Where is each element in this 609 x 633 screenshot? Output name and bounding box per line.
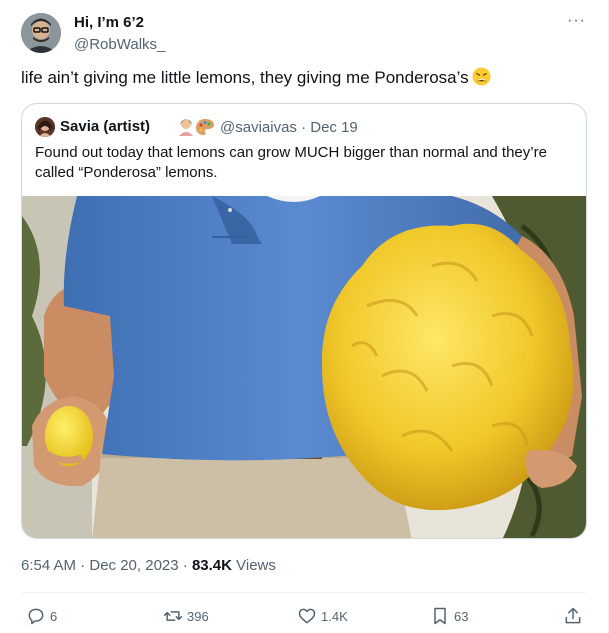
retweet-count: 396 xyxy=(187,608,209,624)
author-handle[interactable]: @RobWalks_ xyxy=(74,36,165,53)
bookmark-count: 63 xyxy=(454,608,469,624)
quote-author-avatar[interactable] xyxy=(35,117,55,137)
retweet-button[interactable]: 396 xyxy=(163,604,209,628)
quoted-tweet[interactable]: Savia (artist) @saviaivas · Dec 19 Found… xyxy=(21,103,587,539)
weary-face-icon xyxy=(472,67,491,86)
like-button[interactable]: 1.4K xyxy=(297,604,348,628)
author-name[interactable]: Hi, I’m 6’2 xyxy=(74,14,144,31)
views-count: 83.4K xyxy=(191,557,232,574)
heart-icon xyxy=(298,608,316,624)
reply-count: 6 xyxy=(50,608,58,624)
artist-palette-icon xyxy=(196,119,214,135)
tweet: Hi, I’m 6’2 @RobWalks_ ··· life ain’t gi… xyxy=(0,0,609,633)
more-options-icon[interactable]: ··· xyxy=(567,12,586,30)
divider xyxy=(21,592,587,593)
tweet-timestamp[interactable]: 6:54 AM · Dec 20, 2023 · xyxy=(21,557,192,574)
bookmark-icon xyxy=(434,607,446,625)
bookmark-button[interactable]: 63 xyxy=(430,604,468,628)
reply-icon xyxy=(28,608,44,625)
quote-text: Found out today that lemons can grow MUC… xyxy=(35,144,547,181)
retweet-icon xyxy=(163,611,183,621)
tweet-meta: 6:54 AM · Dec 20, 2023 · 83.4K Views xyxy=(21,557,276,574)
like-count: 1.4K xyxy=(321,608,348,624)
tweet-text-container: life ain’t giving me little lemons, they… xyxy=(21,66,491,90)
quote-handle-date[interactable]: @saviaivas · Dec 19 xyxy=(220,119,358,136)
share-icon xyxy=(565,607,581,624)
lemon-photo[interactable] xyxy=(22,196,587,539)
views-label: Views xyxy=(231,557,276,574)
share-button[interactable] xyxy=(563,604,583,628)
reply-button[interactable]: 6 xyxy=(26,604,57,628)
woman-artist-icon xyxy=(179,119,193,136)
tweet-text: life ain’t giving me little lemons, they… xyxy=(21,68,469,87)
quote-name-emojis xyxy=(179,119,214,136)
quote-author-name[interactable]: Savia (artist) xyxy=(60,118,150,135)
author-avatar[interactable] xyxy=(21,13,61,53)
